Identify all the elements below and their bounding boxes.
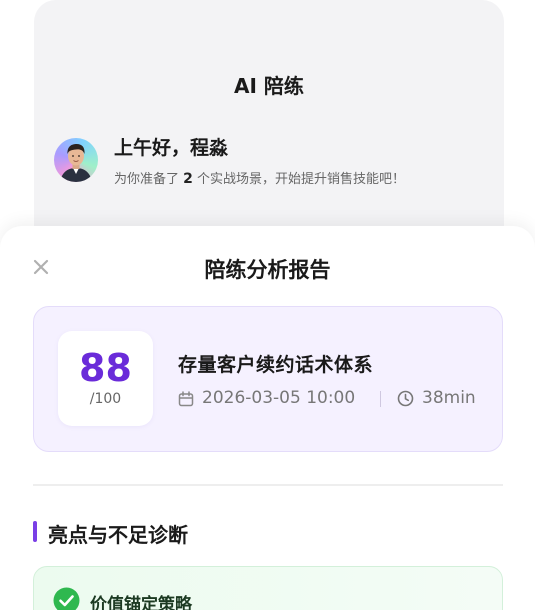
person-icon [60,144,92,182]
app-screen: AI 陪练 上午好，程淼 为你准备了 2 个实战场景，开始提升销售技能吧！ 陪练… [0,0,535,610]
session-duration: 38min [422,388,476,408]
greeting-text: 上午好，程淼 [114,137,229,159]
calendar-icon [178,391,194,407]
meta-divider [380,391,381,407]
section-title: 亮点与不足诊断 [48,523,188,547]
sheet-title: 陪练分析报告 [204,258,331,282]
scenario-count: 2 [183,171,193,187]
avatar[interactable] [54,138,98,182]
subtitle-prefix: 为你准备了 [114,172,184,187]
section-divider [33,484,503,486]
background-home-card [34,0,504,260]
score-value: 88 [79,346,132,390]
background-title: AI 陪练 [234,74,304,98]
clock-icon [397,390,414,407]
session-date: 2026-03-05 10:00 [202,388,356,408]
diagnosis-item-title: 价值锚定策略 [90,595,192,610]
subtitle-suffix: 个实战场景，开始提升销售技能吧！ [192,172,406,187]
check-circle-icon [53,587,80,610]
session-title: 存量客户续约话术体系 [178,354,374,376]
score-max: /100 [89,391,122,407]
score-box: 88 /100 [58,331,153,426]
scenario-subtitle: 为你准备了 2 个实战场景，开始提升销售技能吧！ [114,168,405,187]
section-accent-bar [33,521,37,542]
